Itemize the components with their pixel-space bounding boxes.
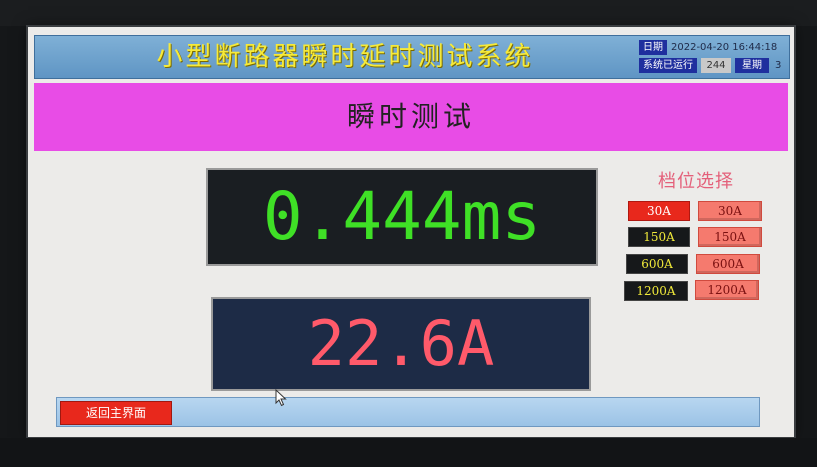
gear-indicator-600a: 600A — [626, 254, 688, 274]
gear-indicator-30a: 30A — [628, 201, 690, 221]
date-value: 2022-04-20 16:44:18 — [671, 42, 778, 53]
monitor-bezel-top — [0, 0, 817, 26]
gear-indicator-150a: 150A — [628, 227, 690, 247]
weekday-label: 星期 — [735, 58, 769, 73]
gear-button-1200a[interactable]: 1200A — [695, 280, 759, 300]
uptime-value: 244 — [701, 58, 731, 73]
date-label: 日期 — [639, 40, 667, 55]
uptime-label: 系统已运行 — [639, 58, 697, 73]
gear-select-title: 档位选择 — [658, 171, 734, 192]
back-to-main-button[interactable]: 返回主界面 — [60, 401, 172, 425]
time-readout: 0.444ms — [262, 178, 542, 255]
gear-button-150a[interactable]: 150A — [698, 227, 762, 247]
gear-button-600a[interactable]: 600A — [696, 254, 760, 274]
hmi-screen: 小型断路器瞬时延时测试系统 日期 2022-04-20 16:44:18 系统已… — [28, 27, 794, 437]
current-readout: 22.6A — [307, 307, 495, 380]
system-info: 日期 2022-04-20 16:44:18 系统已运行 244 星期 3 — [639, 40, 789, 76]
mode-title: 瞬时测试 — [346, 100, 475, 133]
mode-banner: 瞬时测试 — [34, 83, 788, 151]
time-readout-panel: 0.444ms — [206, 168, 598, 266]
page-title: 小型断路器瞬时延时测试系统 — [156, 42, 534, 72]
current-readout-panel: 22.6A — [211, 297, 591, 391]
header-bar: 小型断路器瞬时延时测试系统 日期 2022-04-20 16:44:18 系统已… — [34, 35, 790, 79]
monitor-bezel-bottom — [0, 438, 817, 467]
gear-button-30a[interactable]: 30A — [698, 201, 762, 221]
gear-indicator-1200a: 1200A — [624, 281, 688, 301]
weekday-value: 3 — [775, 60, 782, 71]
